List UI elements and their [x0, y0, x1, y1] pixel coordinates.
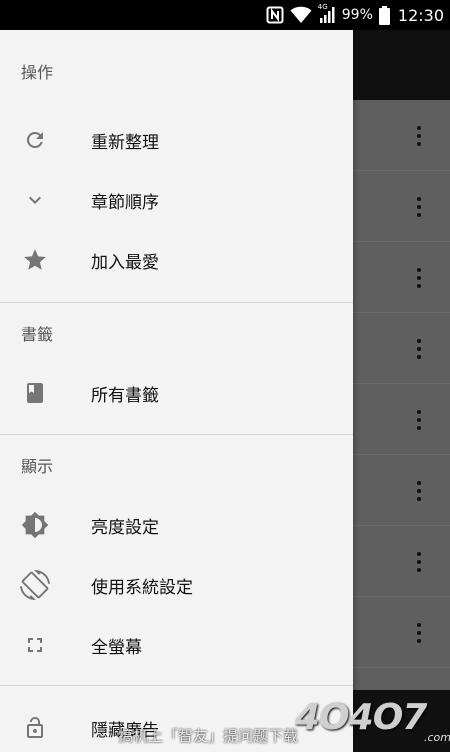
- battery-icon: [378, 5, 390, 25]
- menu-item-label: 章節順序: [91, 192, 159, 213]
- section-header-actions: 操作: [21, 63, 54, 82]
- menu-item-label: 使用系統設定: [91, 577, 193, 598]
- menu-item-all-bookmarks[interactable]: 所有書籤: [0, 363, 353, 423]
- menu-item-label: 加入最愛: [91, 252, 159, 273]
- navigation-drawer: 操作 重新整理 章節順序 加入最愛 書籤 所有書籤 顯示 亮度設定 使用系統設定…: [0, 30, 353, 752]
- more-vert-icon[interactable]: [412, 126, 426, 146]
- menu-item-brightness[interactable]: 亮度設定: [0, 495, 353, 555]
- brightness-icon: [20, 510, 50, 540]
- chevron-down-icon: [20, 185, 50, 215]
- more-vert-icon[interactable]: [412, 339, 426, 359]
- bookmark-icon: [20, 378, 50, 408]
- fullscreen-icon: [20, 630, 50, 660]
- menu-item-label: 所有書籤: [91, 385, 159, 406]
- menu-item-label: 亮度設定: [91, 517, 159, 538]
- menu-item-fullscreen[interactable]: 全螢幕: [0, 615, 353, 675]
- more-vert-icon[interactable]: [412, 552, 426, 572]
- refresh-icon: [20, 125, 50, 155]
- wifi-icon: [290, 6, 312, 24]
- menu-item-label: 隱藏廣告: [91, 720, 159, 741]
- section-header-bookmarks: 書籤: [21, 325, 54, 344]
- menu-item-use-system-setting[interactable]: 使用系統設定: [0, 555, 353, 615]
- more-vert-icon[interactable]: [412, 197, 426, 217]
- menu-item-hide-ads[interactable]: 隱藏廣告: [0, 698, 353, 752]
- more-vert-icon[interactable]: [412, 623, 426, 643]
- section-header-display: 顯示: [21, 457, 54, 476]
- more-vert-icon[interactable]: [412, 481, 426, 501]
- menu-item-add-favorite[interactable]: 加入最愛: [0, 230, 353, 290]
- lock-open-icon: [20, 713, 50, 743]
- menu-item-chapter-order[interactable]: 章節順序: [0, 170, 353, 230]
- menu-item-label: 全螢幕: [91, 637, 142, 658]
- more-vert-icon[interactable]: [412, 268, 426, 288]
- screen-rotation-icon: [20, 570, 50, 600]
- nfc-icon: [266, 6, 284, 24]
- more-vert-icon[interactable]: [412, 410, 426, 430]
- battery-percent: 99%: [341, 7, 373, 23]
- menu-item-label: 重新整理: [91, 132, 159, 153]
- network-type: 4G: [317, 3, 328, 11]
- menu-item-refresh[interactable]: 重新整理: [0, 110, 353, 170]
- clock: 12:30: [397, 5, 444, 25]
- star-icon: [20, 245, 50, 275]
- status-bar: 4G 99% 12:30: [0, 0, 450, 30]
- cell-signal-icon: 4G: [317, 3, 336, 24]
